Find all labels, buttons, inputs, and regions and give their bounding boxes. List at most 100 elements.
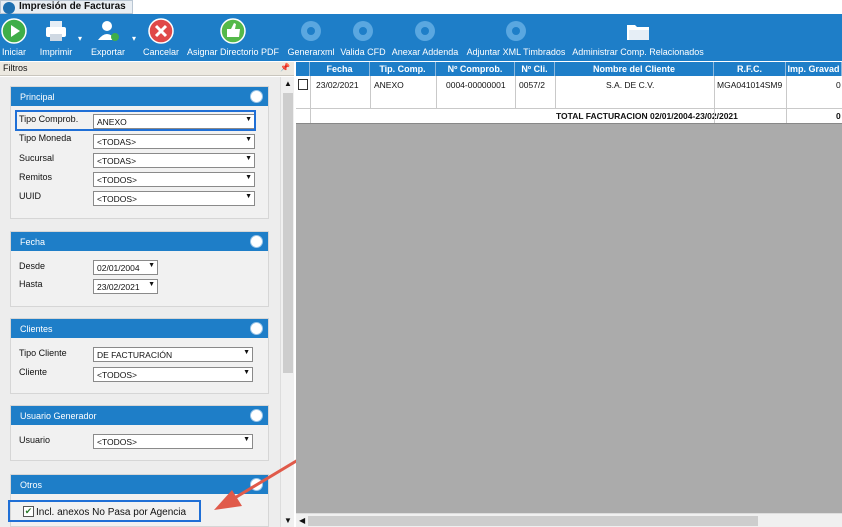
- asignar-directorio-pdf-label: Asignar Directorio PDF: [186, 47, 280, 57]
- chevron-down-icon: ▼: [245, 155, 252, 162]
- collapse-icon[interactable]: [250, 322, 263, 335]
- valida-cfd-label: Valida CFD: [340, 47, 386, 57]
- usuario-generador-title: Usuario Generador: [20, 411, 97, 421]
- usuario-value: <TODOS>: [97, 437, 137, 447]
- fecha-title: Fecha: [20, 237, 46, 247]
- asignar-directorio-pdf-button[interactable]: Asignar Directorio PDF: [185, 16, 281, 60]
- anexar-addenda-label: Anexar Addenda: [391, 47, 459, 57]
- col-fecha[interactable]: Fecha: [310, 62, 370, 76]
- chevron-down-icon: ▼: [243, 369, 250, 376]
- grid-horizontal-scrollbar[interactable]: ◀: [296, 513, 842, 527]
- col-comprobante[interactable]: Nº Comprob.: [436, 62, 515, 76]
- sucursal-select[interactable]: <TODAS> ▼: [93, 153, 255, 168]
- pin-icon[interactable]: 📌: [280, 63, 290, 72]
- h-scroll-thumb[interactable]: [308, 516, 758, 526]
- imprimir-button[interactable]: Imprimir: [36, 16, 76, 60]
- invoice-grid: Fecha Tip. Comp. Nº Comprob. Nº Cli. Nom…: [296, 62, 842, 527]
- exportar-button[interactable]: Exportar: [86, 16, 130, 60]
- grid-col-line: [555, 76, 556, 109]
- tipo-moneda-select[interactable]: <TODAS> ▼: [93, 134, 255, 149]
- cell-fecha: 23/02/2021: [316, 80, 359, 90]
- cancel-icon: [148, 18, 174, 44]
- otros-title: Otros: [20, 480, 43, 490]
- cell-tipo: ANEXO: [374, 80, 404, 90]
- cell-rfc: MGA041014SM9: [717, 80, 783, 90]
- row-selector-header: [296, 62, 310, 76]
- iniciar-label: Iniciar: [1, 47, 26, 57]
- total-label: TOTAL FACTURACION 02/01/2004-23/02/2021: [556, 111, 738, 121]
- grid-divider: [296, 108, 842, 109]
- cancelar-button[interactable]: Cancelar: [140, 16, 182, 60]
- collapse-icon[interactable]: [250, 235, 263, 248]
- tipo-moneda-value: <TODAS>: [97, 137, 137, 147]
- col-rfc[interactable]: R.F.C.: [714, 62, 786, 76]
- usuario-label: Usuario: [19, 435, 51, 445]
- tipo-cliente-label: Tipo Cliente: [19, 348, 67, 358]
- remitos-label: Remitos: [19, 172, 53, 182]
- fecha-panel: Fecha Desde 02/01/2004 ▼ Hasta 23/02/202…: [10, 231, 269, 307]
- principal-panel: Principal Tipo Comprob. ANEXO ▼ Tipo Mon…: [10, 86, 269, 219]
- window-title: Impresión de Facturas: [19, 1, 126, 12]
- iniciar-button[interactable]: Iniciar: [0, 16, 28, 60]
- uuid-value: <TODOS>: [97, 194, 137, 204]
- scroll-left-icon[interactable]: ◀: [299, 516, 305, 525]
- row-checkbox[interactable]: [298, 79, 308, 90]
- grid-col-line: [714, 76, 715, 123]
- col-cliente-num[interactable]: Nº Cli.: [515, 62, 555, 76]
- cell-comprobante: 0004-00000001: [446, 80, 506, 90]
- imprimir-dropdown-icon[interactable]: ▾: [78, 34, 82, 43]
- col-tipo-comp[interactable]: Tip. Comp.: [370, 62, 436, 76]
- desde-value: 02/01/2004: [97, 263, 140, 273]
- title-bar: Impresión de Facturas: [0, 0, 842, 14]
- anexar-addenda-button[interactable]: Anexar Addenda: [390, 16, 460, 60]
- desde-date-picker[interactable]: 02/01/2004 ▼: [93, 260, 158, 275]
- adjuntar-xml-timbrados-button[interactable]: Adjuntar XML Timbrados: [464, 16, 568, 60]
- exportar-dropdown-icon[interactable]: ▾: [132, 34, 136, 43]
- hasta-date-picker[interactable]: 23/02/2021 ▼: [93, 279, 158, 294]
- remitos-select[interactable]: <TODOS> ▼: [93, 172, 255, 187]
- principal-header: Principal: [11, 87, 268, 106]
- chevron-down-icon: ▼: [148, 262, 155, 269]
- clientes-header: Clientes: [11, 319, 268, 338]
- cliente-label: Cliente: [19, 367, 48, 377]
- grid-col-line: [310, 76, 311, 123]
- scroll-thumb[interactable]: [283, 93, 293, 373]
- tipo-cliente-value: DE FACTURACIÓN: [97, 350, 173, 360]
- grid-col-line: [515, 76, 516, 109]
- col-nombre-cliente[interactable]: Nombre del Cliente: [555, 62, 714, 76]
- sucursal-value: <TODAS>: [97, 156, 137, 166]
- chevron-down-icon: ▼: [245, 174, 252, 181]
- cliente-value: <TODOS>: [97, 370, 137, 380]
- export-user-icon: [98, 21, 119, 41]
- hasta-value: 23/02/2021: [97, 282, 140, 292]
- collapse-icon[interactable]: [250, 90, 263, 103]
- cliente-select[interactable]: <TODOS> ▼: [93, 367, 253, 382]
- cell-nombre: S.A. DE C.V.: [606, 80, 655, 90]
- generarxml-button[interactable]: Generarxml: [285, 16, 337, 60]
- grid-col-line: [436, 76, 437, 109]
- thumbs-up-icon: [220, 18, 246, 44]
- scroll-up-icon[interactable]: ▲: [284, 79, 292, 88]
- tipo-moneda-label: Tipo Moneda: [19, 133, 72, 143]
- grid-bottom-line: [296, 123, 842, 124]
- cancelar-label: Cancelar: [142, 47, 180, 57]
- window-tab[interactable]: Impresión de Facturas: [0, 0, 133, 14]
- generarxml-label: Generarxml: [287, 47, 335, 57]
- uuid-select[interactable]: <TODOS> ▼: [93, 191, 255, 206]
- gear-icon: [353, 21, 373, 41]
- exportar-label: Exportar: [90, 47, 125, 57]
- tipo-cliente-select[interactable]: DE FACTURACIÓN ▼: [93, 347, 253, 362]
- administrar-comp-relacionados-button[interactable]: Administrar Comp. Relacionados: [571, 16, 705, 60]
- chevron-down-icon: ▼: [243, 349, 250, 356]
- cell-cliente-num: 0057/2: [519, 80, 545, 90]
- clientes-panel: Clientes Tipo Cliente DE FACTURACIÓN ▼ C…: [10, 318, 269, 394]
- filters-title: Filtros: [3, 63, 28, 73]
- imprimir-label: Imprimir: [39, 47, 73, 57]
- total-value: 0: [836, 111, 841, 121]
- toolbar: Iniciar Imprimir ▾ Exportar ▾ Cancelar A…: [0, 14, 842, 61]
- gear-icon: [415, 21, 435, 41]
- col-imp-gravado[interactable]: Imp. Gravad: [786, 62, 842, 76]
- valida-cfd-button[interactable]: Valida CFD: [340, 16, 386, 60]
- checkbox-highlight: [8, 500, 201, 522]
- administrar-comp-relacionados-label: Administrar Comp. Relacionados: [572, 47, 704, 57]
